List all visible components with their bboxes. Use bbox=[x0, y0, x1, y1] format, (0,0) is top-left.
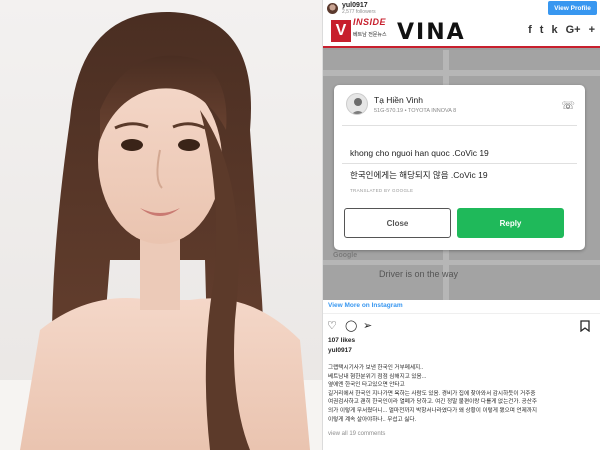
driver-avatar bbox=[346, 93, 368, 115]
driver-plate: 51G-570.19 • TOYOTA INNOVA 8 bbox=[374, 108, 457, 114]
caption-line: 이렇게 계속 살아야하나.. 무섭고 싫다. bbox=[328, 416, 417, 423]
post-actions: ♡ ◯ ➢ bbox=[327, 320, 597, 334]
brand-bar: V INSIDE 베트남 전문뉴스 VINA f t k G+ + bbox=[323, 16, 600, 48]
user-info: yul0917 2,577 followers bbox=[342, 2, 376, 15]
bookmark-icon[interactable] bbox=[580, 320, 590, 335]
caption-line: 길거리에서 한국인 지나가면 욕하는 사람도 있음. 경비가 집에 찾아와서 감… bbox=[328, 390, 536, 397]
google-plus-icon: G+ bbox=[565, 24, 581, 36]
avatar[interactable] bbox=[327, 2, 338, 14]
caption-line: 옆에엔 한국인 타고있으면 안타고 bbox=[328, 382, 405, 389]
caption-username[interactable]: yul0917 bbox=[328, 347, 352, 354]
view-comments-link[interactable]: view all 19 comments bbox=[328, 431, 385, 437]
like-count[interactable]: 107 likes bbox=[328, 337, 355, 344]
close-button[interactable]: Close bbox=[344, 208, 451, 238]
phone-icon[interactable]: ☏ bbox=[561, 99, 575, 112]
instagram-embed: yul0917 2,577 followers View Profile V I… bbox=[322, 0, 600, 450]
social-icons: f t k G+ + bbox=[528, 24, 595, 36]
username[interactable]: yul0917 bbox=[342, 2, 376, 9]
divider bbox=[342, 125, 577, 126]
brand-subtitle: 베트남 전문뉴스 bbox=[353, 32, 387, 38]
add-icon: + bbox=[588, 24, 595, 36]
comment-icon[interactable]: ◯ bbox=[345, 320, 357, 332]
view-profile-button[interactable]: View Profile bbox=[548, 1, 597, 15]
driver-name: Tạ Hiền Vinh bbox=[374, 95, 423, 105]
translated-message: 한국인에게는 해당되지 않음 .CoVic 19 bbox=[350, 170, 488, 180]
driver-message-card: Tạ Hiền Vinh 51G-570.19 • TOYOTA INNOVA … bbox=[334, 85, 585, 250]
divider bbox=[342, 163, 577, 164]
caption-line: 그랩택시기사가 보낸 한국인 거부메세지.. bbox=[328, 365, 424, 371]
map-logo: Google bbox=[333, 252, 358, 259]
brand-name: VINA bbox=[397, 20, 466, 45]
brand-logo: V bbox=[331, 20, 351, 42]
post-image[interactable]: V INSIDE 베트남 전문뉴스 VINA f t k G+ + Tạ Hiề… bbox=[323, 16, 600, 300]
share-icon[interactable]: ➢ bbox=[363, 320, 372, 332]
translated-by-label: TRANSLATED BY GOOGLE bbox=[350, 188, 414, 193]
kakao-icon: k bbox=[551, 24, 558, 36]
view-more-link[interactable]: View More on Instagram bbox=[323, 300, 600, 314]
original-message: khong cho nguoi han quoc .CoVic 19 bbox=[350, 148, 489, 158]
caption-line: 여권검사하고 괜히 한국인이라 열폐가 당하고. 여긴 정말 불편이랑 다를게 … bbox=[328, 399, 538, 406]
caption-line: 베트남내 혐한분위기 점점 심해지고 있음... bbox=[328, 373, 427, 380]
follower-count: 2,577 followers bbox=[342, 8, 376, 15]
driver-status: Driver is on the way bbox=[379, 269, 459, 279]
caption-line: 의가 이렇게 무서웠더니... 멀마전까지 박항서나라였다가 왜 상황이 이렇게… bbox=[328, 407, 538, 414]
facebook-icon: f bbox=[528, 24, 532, 36]
brand-inside-text: INSIDE bbox=[353, 17, 387, 27]
instagram-header: yul0917 2,577 followers View Profile bbox=[323, 0, 600, 16]
twitter-icon: t bbox=[539, 24, 544, 36]
heart-icon[interactable]: ♡ bbox=[327, 320, 337, 332]
reply-button[interactable]: Reply bbox=[457, 208, 564, 238]
portrait-photo bbox=[0, 0, 322, 450]
post-caption: 그랩택시기사가 보낸 한국인 거부메세지.. 베트남내 혐한분위기 점점 심해지… bbox=[328, 364, 596, 424]
portrait-illustration bbox=[0, 11, 322, 450]
